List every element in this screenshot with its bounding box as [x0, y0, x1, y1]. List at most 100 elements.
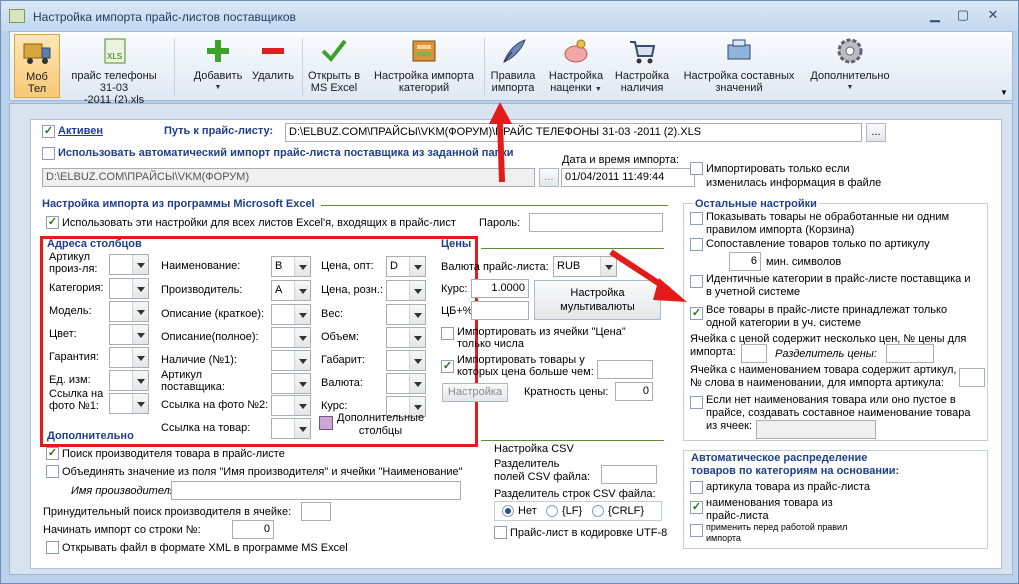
path-label: Путь к прайс-листу:: [164, 125, 274, 137]
more-button[interactable]: Дополнительно ▼: [806, 34, 894, 100]
category-import-label-1: Настройка импорта: [374, 70, 474, 82]
use-all-sheets-label: Использовать эти настройки для всех лист…: [62, 217, 456, 229]
auto-import-label: Использовать автоматический импорт прайс…: [58, 147, 514, 159]
utf8-checkbox[interactable]: [494, 526, 507, 539]
use-all-sheets-checkbox[interactable]: ✓: [46, 216, 59, 229]
composite-values-button[interactable]: Настройка составных значений: [676, 34, 802, 100]
forced-search-input[interactable]: [301, 502, 331, 521]
join-values-checkbox[interactable]: [46, 465, 59, 478]
markup-button[interactable]: Настройка наценки ▼: [546, 34, 606, 100]
pricelist-button[interactable]: XLS прайс телефоны 31-03 -2011 (2).xls: [64, 34, 164, 106]
import-rules-label-1: Правила: [490, 70, 536, 82]
category-import-button[interactable]: Настройка импорта категорий: [366, 34, 482, 100]
password-input[interactable]: [529, 213, 663, 232]
main-window: Настройка импорта прайс-листов поставщик…: [0, 0, 1019, 584]
price-delimiter-label: Разделитель цены:: [775, 348, 877, 360]
delete-button[interactable]: Удалить: [248, 34, 298, 100]
availability-button[interactable]: Настройка наличия: [610, 34, 674, 100]
csv-title: Настройка CSV: [494, 443, 574, 455]
word-number-input[interactable]: [959, 368, 985, 387]
price-gt-label: Импортировать товары у которых цена больш…: [457, 354, 594, 378]
quill-pen-icon: [498, 37, 528, 65]
supplier-label-2: Тел: [27, 83, 47, 95]
only-changed-checkbox[interactable]: [690, 162, 703, 175]
supplier-button[interactable]: Моб Тел: [14, 34, 60, 98]
price-gt-input[interactable]: [597, 360, 653, 379]
prices-title: Цены: [441, 238, 472, 250]
availability-label-1: Настройка: [614, 70, 670, 82]
apply-before-rules-label: применить перед работой правил импорта: [706, 522, 848, 543]
only-changed-label: Импортировать только если изменилась инфо…: [706, 163, 882, 189]
rate-label: Курс:: [441, 283, 468, 295]
import-rules-button[interactable]: Правила импорта: [484, 34, 542, 100]
title-bar: Настройка импорта прайс-листов поставщик…: [1, 1, 1018, 31]
import-rules-label-2: импорта: [491, 82, 535, 94]
settings-area: ✓ Активен Путь к прайс-листу: D:\ELBUZ.C…: [9, 102, 1013, 575]
open-excel-button[interactable]: Открыть в MS Excel: [306, 34, 362, 100]
rate-input[interactable]: 1.0000: [471, 279, 529, 298]
maximize-button[interactable]: ▢: [951, 7, 975, 25]
composite-name-input[interactable]: [756, 420, 876, 439]
path-browse-button[interactable]: ...: [866, 123, 886, 142]
csv-none-radio[interactable]: [502, 505, 514, 517]
price-delimiter-input[interactable]: [886, 344, 934, 363]
word-number-label: Ячейка с наименованием товара содержит а…: [690, 364, 957, 389]
csv-field-sep-input[interactable]: [601, 465, 657, 484]
numbers-only-checkbox[interactable]: [441, 327, 454, 340]
csv-lf-radio[interactable]: [546, 505, 558, 517]
cb-percent-input[interactable]: [471, 301, 529, 320]
close-button[interactable]: ✕: [981, 7, 1005, 25]
maker-name-input[interactable]: [171, 481, 461, 500]
start-row-input[interactable]: 0: [232, 520, 274, 539]
csv-none-label: Нет: [518, 505, 537, 517]
arrow-right-icon: [609, 249, 687, 302]
csv-field-sep-label: Разделитель полей CSV файла:: [494, 458, 591, 483]
active-checkbox[interactable]: ✓: [42, 125, 55, 138]
dist-by-art-checkbox[interactable]: [690, 481, 703, 494]
add-button[interactable]: Добавить ▼: [190, 34, 246, 100]
app-icon: [9, 9, 25, 23]
show-unprocessed-checkbox[interactable]: [690, 212, 703, 225]
utf8-label: Прайс-лист в кодировке UTF-8: [510, 527, 668, 539]
auto-import-path-input[interactable]: D:\ELBUZ.COM\ПРАЙСЫ\VKM(ФОРУМ): [42, 168, 535, 187]
open-xml-checkbox[interactable]: [46, 541, 59, 554]
apply-before-rules-checkbox[interactable]: [690, 524, 703, 537]
currency-label: Валюта прайс-листа:: [441, 261, 549, 273]
toolbar-scroll-icon[interactable]: ▼: [1000, 88, 1008, 97]
numbers-only-label: Импортировать из ячейки "Цена" только чис…: [457, 326, 626, 350]
path-input[interactable]: D:\ELBUZ.COM\ПРАЙСЫ\VKM(ФОРУМ)\ПРАЙС ТЕЛ…: [285, 123, 862, 142]
markup-label-2: наценки: [550, 82, 592, 94]
price-setup-button[interactable]: Настройка: [442, 383, 508, 402]
piggy-bank-icon: [561, 37, 591, 65]
composite-values-label-1: Настройка составных: [683, 70, 795, 82]
maker-name-label: Имя производителя:: [71, 485, 179, 497]
add-label: Добавить: [193, 70, 243, 82]
auto-import-browse-button[interactable]: ...: [539, 168, 559, 187]
forced-search-label: Принудительный поиск производителя в яче…: [43, 506, 292, 518]
start-row-label: Начинать импорт со строки №:: [43, 524, 201, 536]
dist-by-name-label: наименования товара из прайс-листа: [706, 497, 833, 522]
cart-icon: [627, 37, 657, 65]
import-date-input[interactable]: 01/04/2011 11:49:44: [561, 168, 695, 187]
price-gt-checkbox[interactable]: ✓: [441, 360, 454, 373]
price-multiple-input[interactable]: 0: [615, 382, 653, 401]
minus-icon: [258, 37, 288, 65]
category-import-label-2: категорий: [398, 82, 450, 94]
dist-by-art-label: артикула товара из прайс-листа: [706, 481, 870, 493]
composite-name-checkbox[interactable]: [690, 396, 703, 409]
multi-price-input[interactable]: [741, 344, 767, 363]
tools-icon: [724, 37, 754, 65]
join-values-label: Объединять значение из поля "Имя произво…: [62, 466, 463, 478]
search-maker-label: Поиск производителя товара в прайс-листе: [62, 448, 285, 460]
csv-crlf-radio[interactable]: [592, 505, 604, 517]
auto-distribution-title: Автоматическое распределение товаров по к…: [691, 452, 900, 478]
min-chars-input[interactable]: 6: [729, 252, 761, 271]
search-maker-checkbox[interactable]: ✓: [46, 447, 59, 460]
open-excel-label-1: Открыть в: [307, 70, 361, 82]
csv-lf-label: {LF}: [562, 505, 583, 517]
dist-by-name-checkbox[interactable]: ✓: [690, 501, 703, 514]
csv-row-sep-label: Разделитель строк CSV файла:: [494, 488, 656, 500]
auto-import-checkbox[interactable]: [42, 147, 55, 160]
match-by-art-label: Сопоставление товаров только по артикулу: [706, 238, 930, 250]
minimize-button[interactable]: ▁: [923, 7, 947, 25]
